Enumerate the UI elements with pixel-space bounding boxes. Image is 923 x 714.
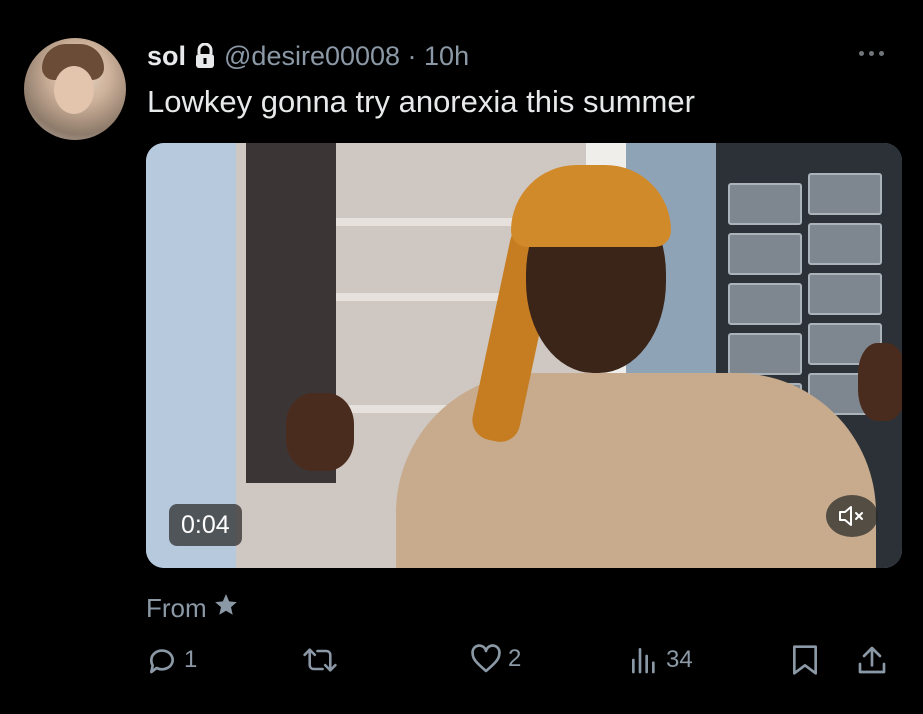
from-row: From [146, 592, 239, 625]
video-time-badge: 0:04 [169, 504, 242, 546]
lock-icon [194, 43, 216, 69]
more-icon[interactable] [859, 46, 891, 60]
from-label: From [146, 593, 207, 623]
display-name[interactable]: sol [147, 41, 186, 72]
tweet-text: Lowkey gonna try anorexia this summer [147, 84, 695, 119]
tweet-header: sol @desire00008 · 10h [147, 38, 469, 74]
bookmark-icon [790, 644, 820, 676]
like-count: 2 [508, 645, 522, 672]
views-count: 34 [666, 646, 693, 673]
star-icon [213, 592, 239, 625]
mute-icon[interactable] [826, 495, 878, 537]
avatar-face [54, 66, 94, 114]
share-icon [856, 644, 888, 676]
share-button[interactable] [856, 644, 888, 676]
retweet-button[interactable] [302, 644, 338, 676]
video-scene-fist [286, 393, 354, 471]
views-icon [628, 644, 660, 676]
like-icon [470, 644, 502, 674]
retweet-icon [302, 644, 338, 676]
bookmark-button[interactable] [790, 644, 820, 676]
avatar[interactable] [24, 38, 126, 140]
like-button[interactable]: 2 [470, 644, 521, 674]
video-scene-hoodie [396, 373, 876, 568]
reply-button[interactable]: 1 [146, 644, 197, 676]
video-player[interactable]: 0:04 [146, 143, 902, 568]
video-scene-fist [858, 343, 902, 421]
action-bar: 1 2 34 [0, 644, 923, 688]
handle-and-time[interactable]: @desire00008 · 10h [224, 41, 469, 72]
reply-count: 1 [184, 646, 198, 673]
views-button[interactable]: 34 [628, 644, 693, 676]
reply-icon [146, 644, 178, 676]
